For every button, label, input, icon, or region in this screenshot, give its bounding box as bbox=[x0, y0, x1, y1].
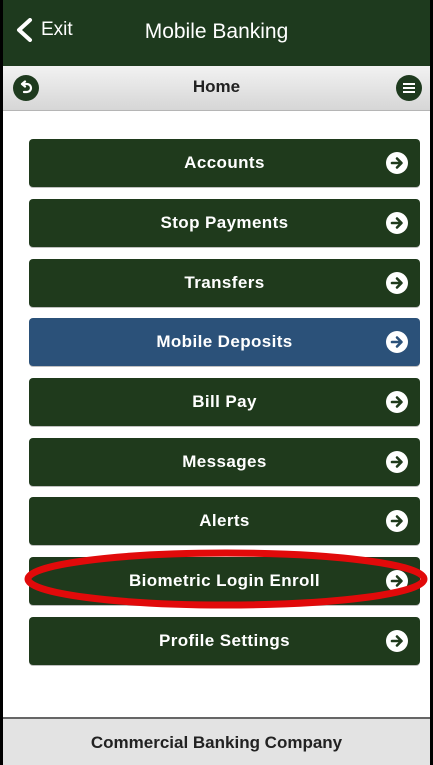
footer: Commercial Banking Company bbox=[3, 717, 430, 765]
menu-item-label: Profile Settings bbox=[158, 631, 291, 650]
menu-item-accounts[interactable]: Accounts bbox=[29, 139, 420, 187]
arrow-right-circle-icon bbox=[386, 510, 408, 532]
nav-bar: Home bbox=[3, 66, 430, 111]
hamburger-menu-icon bbox=[403, 83, 415, 93]
menu-item-transfers[interactable]: Transfers bbox=[29, 259, 420, 307]
arrow-right-circle-icon bbox=[386, 451, 408, 473]
page-title: Home bbox=[192, 77, 241, 96]
app-screen: Exit Mobile Banking Home Accounts Stop P… bbox=[0, 0, 433, 765]
menu-item-mobile-deposits[interactable]: Mobile Deposits bbox=[29, 318, 420, 366]
menu-item-bill-pay[interactable]: Bill Pay bbox=[29, 378, 420, 426]
menu-item-label: Transfers bbox=[184, 273, 265, 292]
arrow-right-circle-icon bbox=[386, 630, 408, 652]
title-bar: Exit Mobile Banking bbox=[3, 0, 430, 66]
menu-item-label: Messages bbox=[182, 452, 267, 471]
company-name: Commercial Banking Company bbox=[90, 733, 343, 752]
left-border bbox=[0, 0, 3, 765]
menu-item-label: Alerts bbox=[199, 511, 250, 530]
menu-item-stop-payments[interactable]: Stop Payments bbox=[29, 199, 420, 247]
menu-button[interactable] bbox=[396, 75, 422, 101]
app-title: Mobile Banking bbox=[144, 20, 289, 43]
menu-item-profile-settings[interactable]: Profile Settings bbox=[29, 617, 420, 665]
arrow-right-circle-icon bbox=[386, 152, 408, 174]
highlight-ellipse bbox=[24, 549, 428, 609]
arrow-right-circle-icon bbox=[386, 331, 408, 353]
menu-item-messages[interactable]: Messages bbox=[29, 438, 420, 486]
arrow-right-circle-icon bbox=[386, 272, 408, 294]
arrow-right-circle-icon bbox=[386, 391, 408, 413]
menu-item-alerts[interactable]: Alerts bbox=[29, 497, 420, 545]
menu-item-label: Bill Pay bbox=[192, 392, 257, 411]
menu-item-label: Mobile Deposits bbox=[156, 332, 293, 351]
arrow-right-circle-icon bbox=[386, 212, 408, 234]
menu-item-label: Accounts bbox=[184, 153, 265, 172]
menu-item-label: Stop Payments bbox=[160, 213, 289, 232]
